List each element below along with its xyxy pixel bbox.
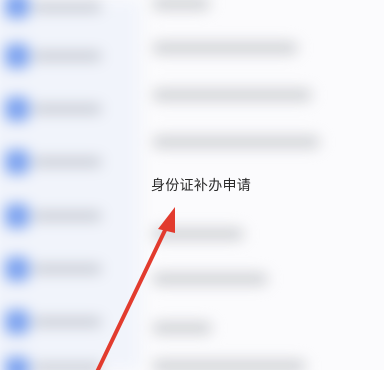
arrow-head xyxy=(158,207,175,233)
app-screen: 身份证补办申请 xyxy=(0,0,384,370)
arrow-shaft xyxy=(95,222,170,370)
annotation-arrow xyxy=(95,207,175,370)
